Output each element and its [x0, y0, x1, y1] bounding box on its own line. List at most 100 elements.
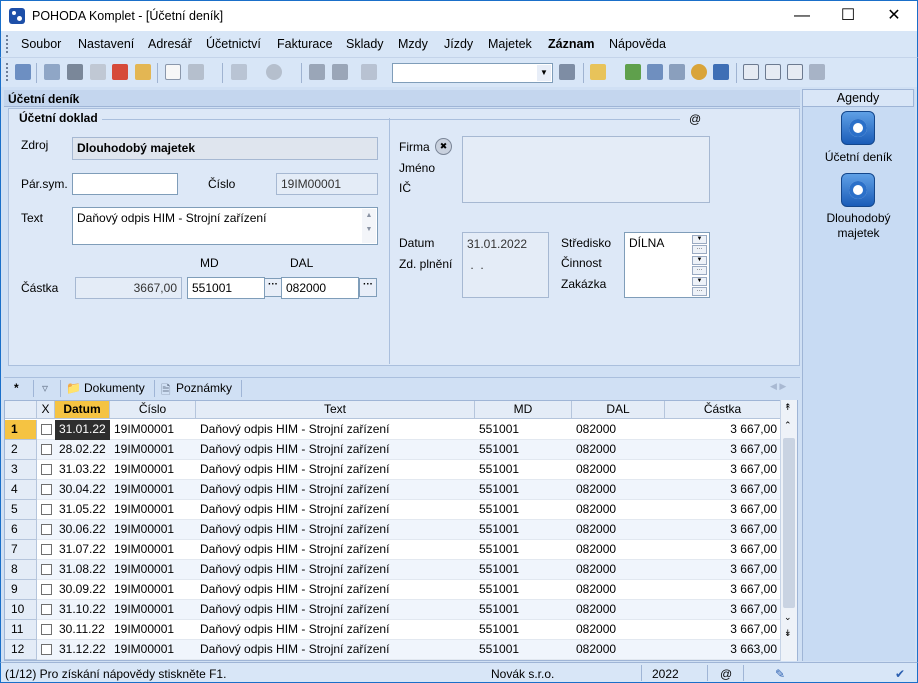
- cell-cislo[interactable]: 19IM00001: [110, 440, 196, 460]
- cell-cislo[interactable]: 19IM00001: [110, 640, 196, 660]
- cell-datum[interactable]: 31.05.22: [55, 500, 110, 520]
- cell-castka[interactable]: 3 667,00: [665, 440, 781, 460]
- tab-star[interactable]: *: [14, 381, 19, 395]
- table-row[interactable]: 11 30.11.22 19IM00001 Daňový odpis HIM - St…: [5, 620, 783, 640]
- menu-ucetnictvi[interactable]: Účetnictví: [206, 37, 261, 51]
- menu-fakturace[interactable]: Fakturace: [277, 37, 333, 51]
- cell-md[interactable]: 551001: [475, 540, 572, 560]
- cell-castka[interactable]: 3 667,00: [665, 500, 781, 520]
- menu-soubor[interactable]: Soubor: [21, 37, 61, 51]
- status-at-icon[interactable]: @: [720, 667, 732, 681]
- table-row[interactable]: 3 31.03.22 19IM00001 Daňový odpis HIM - Str…: [5, 460, 783, 480]
- cinnost-picker-button[interactable]: ···: [692, 266, 707, 275]
- cell-cislo[interactable]: 19IM00001: [110, 540, 196, 560]
- table-row[interactable]: 4 30.04.22 19IM00001 Daňový odpis HIM - Str…: [5, 480, 783, 500]
- menu-nastaveni[interactable]: Nastavení: [78, 37, 134, 51]
- cinnost-dropdown-icon[interactable]: ▼: [692, 256, 707, 265]
- print-preview-icon[interactable]: [90, 64, 106, 80]
- cell-md[interactable]: 551001: [475, 500, 572, 520]
- gear-icon[interactable]: [266, 64, 282, 80]
- cell-text[interactable]: Daňový odpis HIM - Strojní zařízení: [196, 540, 475, 560]
- address-picker-icon[interactable]: ✖: [435, 138, 452, 155]
- row-checkbox[interactable]: [41, 444, 52, 455]
- cell-dal[interactable]: 082000: [572, 460, 665, 480]
- pen-icon[interactable]: ✎: [775, 667, 785, 681]
- row-checkbox[interactable]: [41, 484, 52, 495]
- cell-cislo[interactable]: 19IM00001: [110, 520, 196, 540]
- open-agenda-icon[interactable]: [15, 64, 31, 80]
- column-header-castka[interactable]: Částka: [665, 401, 781, 419]
- zakazka-picker-button[interactable]: ···: [692, 287, 707, 296]
- scroll-down-icon[interactable]: ⌄: [784, 612, 792, 623]
- row-checkbox[interactable]: [41, 584, 52, 595]
- cell-datum[interactable]: 30.09.22: [55, 580, 110, 600]
- cell-datum[interactable]: 31.12.22: [55, 640, 110, 660]
- cell-dal[interactable]: 082000: [572, 420, 665, 440]
- cell-castka[interactable]: 3 667,00: [665, 520, 781, 540]
- cell-cislo[interactable]: 19IM00001: [110, 580, 196, 600]
- cell-dal[interactable]: 082000: [572, 440, 665, 460]
- tab-dokumenty[interactable]: Dokumenty: [84, 381, 145, 395]
- cell-castka[interactable]: 3 667,00: [665, 540, 781, 560]
- row-checkbox[interactable]: [41, 604, 52, 615]
- cell-castka[interactable]: 3 667,00: [665, 620, 781, 640]
- cell-dal[interactable]: 082000: [572, 640, 665, 660]
- cell-cislo[interactable]: 19IM00001: [110, 560, 196, 580]
- table-row[interactable]: 12 31.12.22 19IM00001 Daňový odpis HIM - St…: [5, 640, 783, 660]
- pdf-icon[interactable]: [112, 64, 128, 80]
- dlouhodoby-majetek-icon[interactable]: [841, 173, 875, 207]
- cell-md[interactable]: 551001: [475, 620, 572, 640]
- cell-md[interactable]: 551001: [475, 460, 572, 480]
- dal-input[interactable]: 082000: [281, 277, 359, 299]
- menu-sklady[interactable]: Sklady: [346, 37, 384, 51]
- row-checkbox[interactable]: [41, 524, 52, 535]
- cell-text[interactable]: Daňový odpis HIM - Strojní zařízení: [196, 560, 475, 580]
- text-scrollbar[interactable]: ▲ ▼: [362, 209, 376, 243]
- cell-datum[interactable]: 30.06.22: [55, 520, 110, 540]
- agenda-item-dlouhodoby-majetek[interactable]: Dlouhodobý majetek: [812, 211, 905, 241]
- table-row[interactable]: 8 31.08.22 19IM00001 Daňový odpis HIM - Str…: [5, 560, 783, 580]
- stredisko-picker-button[interactable]: ···: [692, 245, 707, 254]
- dal-picker-button[interactable]: ···: [359, 278, 377, 297]
- cell-datum[interactable]: 31.03.22: [55, 460, 110, 480]
- cell-md[interactable]: 551001: [475, 440, 572, 460]
- cell-dal[interactable]: 082000: [572, 500, 665, 520]
- column-header-cislo[interactable]: Číslo: [110, 401, 196, 419]
- minimize-button[interactable]: —: [779, 1, 825, 32]
- cell-castka[interactable]: 3 667,00: [665, 420, 781, 440]
- new-record-icon[interactable]: [165, 64, 181, 80]
- iban-icon[interactable]: [713, 64, 729, 80]
- close-button[interactable]: ✕: [871, 1, 917, 32]
- cell-cislo[interactable]: 19IM00001: [110, 460, 196, 480]
- email-at-icon[interactable]: @: [689, 112, 701, 126]
- table-row[interactable]: 1 31.01.22 19IM00001 Daňový odpis HIM - Str…: [5, 420, 783, 440]
- cell-md[interactable]: 551001: [475, 600, 572, 620]
- cell-castka[interactable]: 3 667,00: [665, 480, 781, 500]
- message-icon[interactable]: [743, 64, 759, 80]
- cell-md[interactable]: 551001: [475, 420, 572, 440]
- column-header-dal[interactable]: DAL: [572, 401, 665, 419]
- table-scrollbar[interactable]: ↟ ⌃ ⌄ ↡: [780, 400, 797, 661]
- folder-icon[interactable]: [590, 64, 606, 80]
- cell-dal[interactable]: 082000: [572, 560, 665, 580]
- print-icon[interactable]: [67, 64, 83, 80]
- scroll-top-icon[interactable]: ↟: [784, 402, 792, 413]
- cell-text[interactable]: Daňový odpis HIM - Strojní zařízení: [196, 640, 475, 660]
- table-row[interactable]: 5 31.05.22 19IM00001 Daňový odpis HIM - Str…: [5, 500, 783, 520]
- cell-md[interactable]: 551001: [475, 560, 572, 580]
- scroll-bottom-icon[interactable]: ↡: [784, 628, 792, 639]
- cell-datum[interactable]: 30.11.22: [55, 620, 110, 640]
- clipboard-icon[interactable]: [361, 64, 377, 80]
- stredisko-dropdown-icon[interactable]: ▼: [692, 235, 707, 244]
- column-header-x[interactable]: X: [37, 401, 55, 419]
- cell-datum[interactable]: 30.04.22: [55, 480, 110, 500]
- table-row[interactable]: 9 30.09.22 19IM00001 Daňový odpis HIM - Str…: [5, 580, 783, 600]
- menu-zaznam[interactable]: Záznam: [548, 37, 595, 51]
- menu-majetek[interactable]: Majetek: [488, 37, 532, 51]
- help-icon[interactable]: [809, 64, 825, 80]
- maximize-button[interactable]: ☐: [825, 1, 871, 32]
- md-picker-button[interactable]: ···: [264, 278, 282, 297]
- row-checkbox[interactable]: [41, 624, 52, 635]
- menu-adresar[interactable]: Adresář: [148, 37, 192, 51]
- cell-cislo[interactable]: 19IM00001: [110, 620, 196, 640]
